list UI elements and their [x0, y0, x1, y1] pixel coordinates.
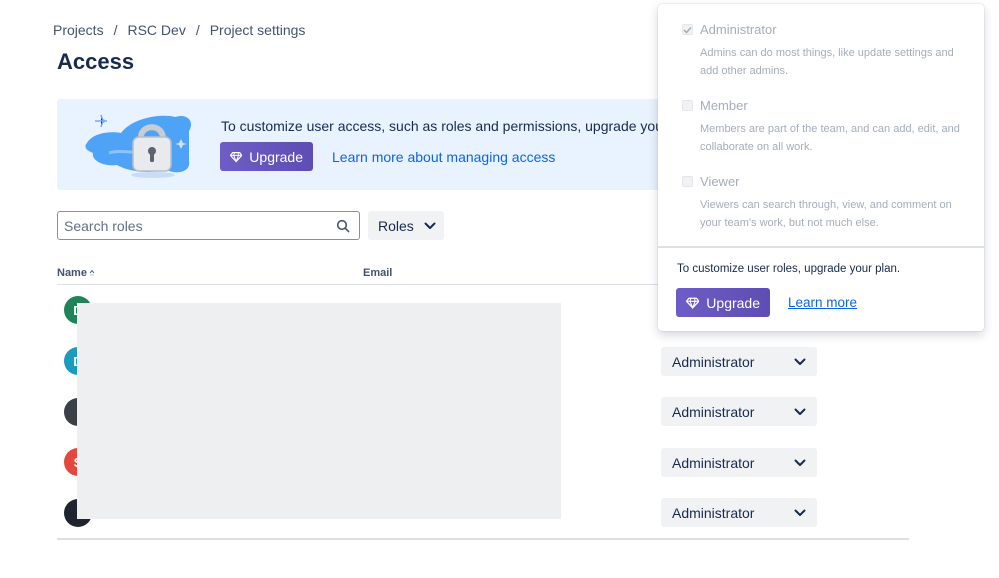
chevron-down-icon	[794, 408, 806, 415]
search-roles-field	[57, 211, 360, 240]
page-title: Access	[57, 49, 135, 74]
breadcrumb-project[interactable]: RSC Dev	[127, 22, 185, 38]
role-options-popup: Administrator Admins can do most things,…	[658, 4, 984, 331]
search-input[interactable]	[64, 212, 334, 239]
role-option-description: Members are part of the team, and can ad…	[700, 123, 960, 153]
search-icon[interactable]	[336, 219, 350, 233]
checkbox-checked[interactable]	[682, 24, 693, 35]
role-option-title: Administrator	[700, 22, 777, 37]
chevron-down-icon	[794, 459, 806, 466]
popup-upgrade-label: Upgrade	[706, 294, 760, 311]
checkbox[interactable]	[682, 176, 693, 187]
lock-illustration-icon	[85, 114, 192, 178]
chevron-down-icon	[794, 358, 806, 365]
column-header-name-label: Name	[57, 267, 87, 279]
breadcrumb-separator: /	[195, 22, 200, 38]
popup-divider	[658, 246, 984, 248]
chevron-down-icon	[424, 222, 436, 229]
role-select[interactable]: Administrator	[661, 347, 817, 376]
role-select[interactable]: Administrator	[661, 397, 817, 426]
banner-message: To customize user access, such as roles …	[221, 118, 702, 134]
role-select[interactable]: Administrator	[661, 448, 817, 477]
table-bottom-divider	[57, 538, 909, 540]
role-option-title: Member	[700, 98, 748, 113]
role-select-value: Administrator	[672, 403, 755, 420]
role-select-value: Administrator	[672, 353, 755, 370]
sort-ascending-icon	[89, 269, 95, 276]
chevron-down-icon	[794, 509, 806, 516]
gem-icon	[686, 297, 700, 309]
role-option-title: Viewer	[700, 174, 740, 189]
breadcrumb-project-settings[interactable]: Project settings	[210, 22, 306, 38]
column-header-email[interactable]: Email	[363, 267, 392, 279]
breadcrumb-separator: /	[113, 22, 118, 38]
redacted-user-details	[77, 303, 561, 519]
learn-more-access-link[interactable]: Learn more about managing access	[332, 149, 555, 165]
role-option-description: Admins can do most things, like update s…	[700, 47, 954, 77]
checkbox[interactable]	[682, 100, 693, 111]
roles-filter-label: Roles	[378, 217, 414, 234]
upgrade-button-label: Upgrade	[249, 148, 303, 165]
role-option-description: Viewers can search through, view, and co…	[700, 199, 952, 229]
breadcrumb-projects[interactable]: Projects	[53, 22, 104, 38]
role-select-value: Administrator	[672, 504, 755, 521]
breadcrumb: Projects / RSC Dev / Project settings	[53, 22, 305, 38]
popup-upgrade-button[interactable]: Upgrade	[676, 288, 770, 317]
popup-learn-more-link[interactable]: Learn more	[788, 295, 857, 310]
checkmark-icon	[683, 26, 692, 34]
gem-icon	[230, 151, 243, 163]
role-select-value: Administrator	[672, 454, 755, 471]
popup-upgrade-message: To customize user roles, upgrade your pl…	[677, 263, 901, 275]
column-header-name[interactable]: Name	[57, 267, 95, 279]
roles-filter-dropdown[interactable]: Roles	[368, 211, 444, 240]
upgrade-button[interactable]: Upgrade	[220, 142, 313, 171]
role-select[interactable]: Administrator	[661, 498, 817, 527]
